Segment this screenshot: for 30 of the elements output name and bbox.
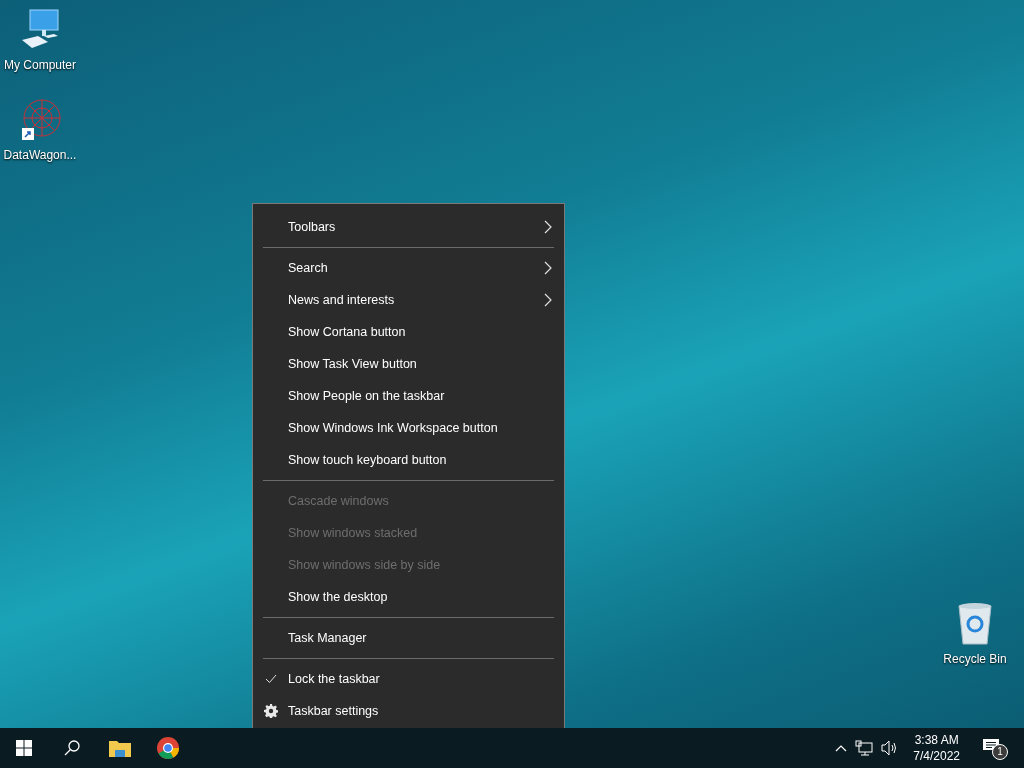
menu-item[interactable]: Show Windows Ink Workspace button <box>253 412 564 444</box>
windows-logo-icon[interactable] <box>16 740 32 756</box>
notification-badge: 1 <box>992 744 1008 760</box>
chevron-right-icon <box>544 220 552 234</box>
menu-item[interactable]: Lock the taskbar <box>253 663 564 695</box>
desktop-icon-label[interactable]: Recycle Bin <box>943 650 1007 668</box>
clock-date: 7/4/2022 <box>913 748 960 764</box>
menu-item[interactable]: Show Task View button <box>253 348 564 380</box>
menu-item[interactable]: Show the desktop <box>253 581 564 613</box>
folder-icon[interactable] <box>109 739 131 757</box>
menu-item[interactable]: Show Cortana button <box>253 316 564 348</box>
menu-item[interactable]: Show People on the taskbar <box>253 380 564 412</box>
menu-item[interactable]: Show touch keyboard button <box>253 444 564 476</box>
clock-time: 3:38 AM <box>914 732 959 748</box>
menu-item[interactable]: News and interests <box>253 284 564 316</box>
menu-item[interactable]: Task Manager <box>253 622 564 654</box>
search-icon[interactable] <box>64 740 80 756</box>
clock[interactable]: 3:38 AM 7/4/2022 <box>907 732 966 764</box>
desktop-icon-label[interactable]: DataWagon... <box>3 146 77 164</box>
desktop-icon-label[interactable]: My Computer <box>4 56 76 74</box>
menu-item[interactable]: Taskbar settings <box>253 695 564 727</box>
chevron-up-icon[interactable] <box>835 744 848 752</box>
chevron-right-icon <box>544 261 552 275</box>
menu-item[interactable]: Toolbars <box>253 211 564 243</box>
settings-icon <box>264 704 278 718</box>
chevron-right-icon <box>544 293 552 307</box>
menu-item[interactable]: Search <box>253 252 564 284</box>
network-icon[interactable] <box>855 740 874 756</box>
recycle-bin-icon <box>955 602 995 646</box>
browser-icon[interactable] <box>157 737 179 759</box>
